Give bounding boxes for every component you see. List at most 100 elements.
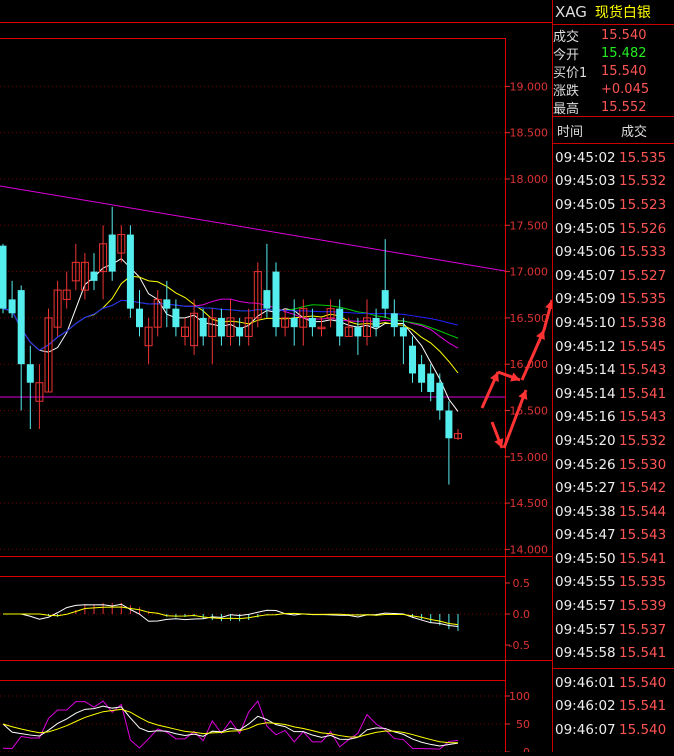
quote-row-change: 涨跌 +0.045 [553,80,674,99]
quote-label: 最高 [553,101,580,117]
candle-body [8,299,16,314]
candle-body [108,234,116,272]
candle-body [399,327,407,337]
candle-body [436,382,444,411]
tick-row[interactable]: 09:45:09 15.535 [553,288,674,312]
quote-label: 成交 [553,29,580,45]
tick-price: 15.530 [619,456,667,473]
tick-row[interactable]: 09:45:14 15.543 [553,358,674,382]
quote-value: 15.540 [601,27,647,43]
kline-chart[interactable]: 19.00018.50018.00017.50017.00016.50016.0… [0,0,555,756]
candle-body [354,327,362,337]
tick-row[interactable]: 09:45:58 15.541 [553,641,674,665]
tick-table-header: 时间 成交 [553,117,674,143]
tick-time: 09:45:57 [555,598,616,615]
tick-time: 09:45:09 [555,291,616,308]
macd-axis-label: -0.5 [509,639,530,652]
quote-summary: 成交 15.540 今开 15.482 买价1 15.540 涨跌 +0.045… [553,25,674,117]
price-axis-label: 18.000 [510,173,549,186]
tick-row[interactable]: 09:46:02 15.541 [553,695,674,719]
tick-time: 09:45:55 [555,574,616,591]
quote-value: 15.540 [601,63,647,79]
kdj-d-line [2,708,459,744]
quote-panel: XAG 现货白银 成交 15.540 今开 15.482 买价1 15.540 … [552,0,674,752]
price-axis-label: 18.500 [510,127,549,140]
tick-time: 09:45:05 [555,220,616,237]
tick-price: 15.535 [619,149,667,166]
time-column-header: 时间 [557,124,584,140]
tick-price: 15.543 [619,527,667,544]
tick-row[interactable]: 09:45:38 15.544 [553,500,674,524]
symbol-name: 现货白银 [594,5,651,21]
tick-time: 09:45:02 [555,149,616,166]
quote-value: 15.482 [601,45,647,61]
tick-row[interactable]: 09:45:07 15.527 [553,264,674,288]
candle-body [336,308,344,337]
tick-time: 09:45:57 [555,621,616,638]
tick-row[interactable]: 09:45:57 15.537 [553,618,674,642]
candle-body [272,271,280,328]
price-axis-label: 17.500 [510,219,549,232]
tick-row[interactable]: 09:45:55 15.535 [553,571,674,595]
candle-body [381,290,389,309]
tick-time: 09:45:05 [555,196,616,213]
tick-row[interactable]: 09:45:20 15.532 [553,429,674,453]
kline-chart-area[interactable]: 19.00018.50018.00017.50017.00016.50016.0… [0,0,555,756]
tick-row[interactable]: 09:45:05 15.526 [553,217,674,241]
tick-time: 09:45:14 [555,362,616,379]
price-column-header: 成交 [621,124,648,140]
kdj-j-line [2,700,459,750]
annotation-arrow [502,389,528,449]
tick-row[interactable]: 09:45:57 15.539 [553,594,674,618]
tick-price: 15.539 [619,598,667,615]
tick-row[interactable]: 09:45:50 15.541 [553,547,674,571]
candle-body [236,327,244,337]
macd-axis-label: 0.5 [513,577,531,590]
tick-time: 09:45:50 [555,550,616,567]
candle-body [308,317,316,328]
candle-body [409,345,416,374]
price-axis-label: 14.500 [510,497,549,510]
tick-row[interactable]: 09:45:02 15.535 [553,146,674,170]
tick-row[interactable]: 09:45:05 15.523 [553,193,674,217]
candle-body [217,317,225,337]
tick-row[interactable]: 09:46:07 15.540 [553,718,674,742]
tick-row[interactable]: 09:45:14 15.541 [553,382,674,406]
tick-row[interactable]: 09:45:06 15.533 [553,240,674,264]
tick-row[interactable]: 09:45:26 15.530 [553,453,674,477]
tick-price: 15.540 [619,722,667,739]
tick-time: 09:45:58 [555,645,616,662]
price-axis-label: 16.500 [510,312,549,325]
quote-label: 涨跌 [553,83,580,99]
tick-row[interactable]: 09:45:12 15.545 [553,335,674,359]
candle-body [136,308,143,328]
tick-price: 15.541 [619,385,667,402]
tick-row[interactable]: 09:45:16 15.543 [553,406,674,430]
tick-time: 09:45:14 [555,385,616,402]
candle-body [26,364,34,383]
tick-time: 09:46:01 [555,674,616,691]
price-axis-label: 14.000 [510,543,549,556]
tick-row[interactable]: 09:45:47 15.543 [553,524,674,548]
tick-time: 09:45:12 [555,338,616,355]
candle-body [172,308,180,328]
tick-time: 09:45:06 [555,244,616,261]
candle-body [199,317,207,337]
tick-price: 15.532 [619,173,667,190]
tick-row[interactable]: 09:45:03 15.532 [553,170,674,194]
quote-row-last: 成交 15.540 [553,26,674,45]
tick-time: 09:46:02 [555,698,616,715]
tick-time: 09:45:27 [555,480,616,497]
tick-price: 15.538 [619,314,667,331]
tick-list-latest[interactable]: 09:46:01 15.540 09:46:02 15.541 09:46:07 15.5… [553,669,674,742]
tick-time: 09:45:10 [555,314,616,331]
tick-price: 15.541 [619,698,667,715]
tick-price: 15.543 [619,362,667,379]
tick-price: 15.535 [619,291,667,308]
tick-price: 15.526 [619,220,667,237]
candle-body [163,299,171,309]
tick-row[interactable]: 09:46:01 15.540 [553,671,674,695]
tick-list[interactable]: 09:45:02 15.535 09:45:03 15.532 09:45:05 15.5… [553,144,674,665]
tick-row[interactable]: 09:45:10 15.538 [553,311,674,335]
tick-row[interactable]: 09:45:27 15.542 [553,476,674,500]
